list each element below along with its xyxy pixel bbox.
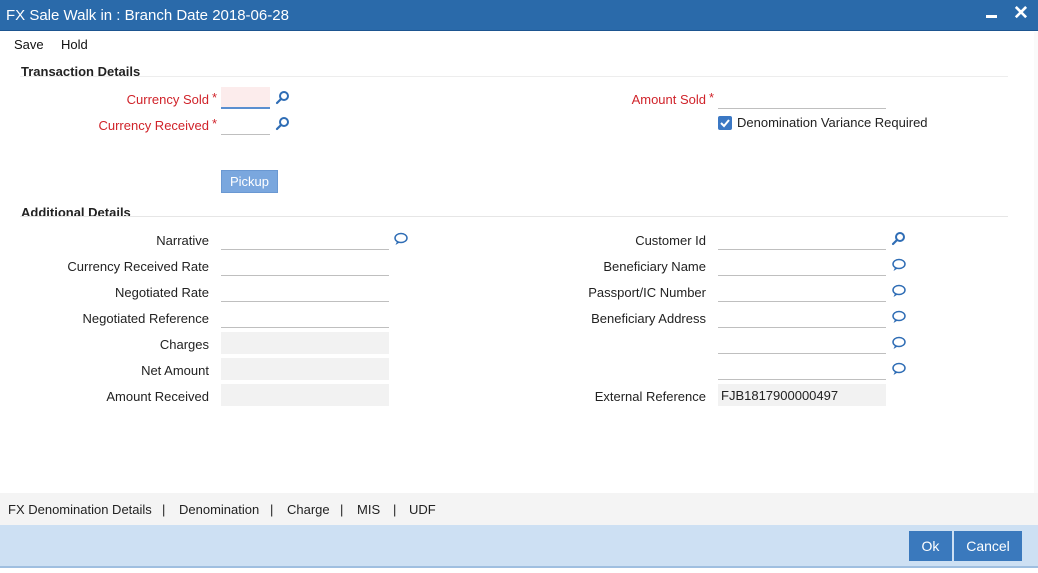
denomination-variance-label: Denomination Variance Required <box>737 115 928 130</box>
currency-received-input[interactable] <box>221 113 270 135</box>
amount-received-label: Amount Received <box>106 389 209 404</box>
customer-id-input[interactable] <box>718 228 886 250</box>
tab-mis[interactable]: MIS <box>357 502 380 517</box>
speech-bubble-icon[interactable] <box>891 283 907 299</box>
window-title: FX Sale Walk in : Branch Date 2018-06-28 <box>6 7 289 24</box>
tab-charge[interactable]: Charge <box>287 502 330 517</box>
search-icon[interactable] <box>891 231 907 247</box>
beneficiary-address-input-3[interactable] <box>718 358 886 380</box>
tab-denomination[interactable]: Denomination <box>179 502 259 517</box>
currency-received-label: Currency Received <box>98 118 209 133</box>
required-marker: * <box>212 116 218 131</box>
speech-bubble-icon[interactable] <box>891 335 907 351</box>
currency-received-rate-input[interactable] <box>221 254 389 276</box>
required-marker: * <box>212 90 218 105</box>
beneficiary-name-label: Beneficiary Name <box>603 259 706 274</box>
section-divider <box>20 76 1008 77</box>
additional-details-heading: Additional Details <box>21 205 131 220</box>
tab-fx-denomination-details[interactable]: FX Denomination Details <box>8 502 152 517</box>
net-amount-label: Net Amount <box>141 363 209 378</box>
section-divider <box>20 216 1008 217</box>
cancel-button[interactable]: Cancel <box>954 531 1022 561</box>
hold-menu-item[interactable]: Hold <box>61 37 88 52</box>
tab-separator: | <box>393 502 397 517</box>
negotiated-rate-input[interactable] <box>221 280 389 302</box>
narrative-input[interactable] <box>221 228 389 250</box>
search-icon[interactable] <box>275 90 291 106</box>
narrative-label: Narrative <box>156 233 209 248</box>
currency-received-rate-label: Currency Received Rate <box>67 259 209 274</box>
external-reference-label: External Reference <box>594 389 706 404</box>
title-bar: FX Sale Walk in : Branch Date 2018-06-28… <box>0 0 1038 31</box>
tab-separator: | <box>162 502 166 517</box>
ok-button[interactable]: Ok <box>909 531 952 561</box>
close-icon[interactable]: ✕ <box>1010 3 1032 25</box>
speech-bubble-icon[interactable] <box>393 231 409 247</box>
customer-id-label: Customer Id <box>635 233 706 248</box>
negotiated-rate-label: Negotiated Rate <box>115 285 209 300</box>
beneficiary-address-input-2[interactable] <box>718 332 886 354</box>
net-amount-input <box>221 358 389 380</box>
amount-sold-input[interactable] <box>718 87 886 109</box>
passport-ic-number-label: Passport/IC Number <box>588 285 706 300</box>
menu-bar: Save Hold <box>0 32 1038 56</box>
subsystem-tab-strip: FX Denomination Details | Denomination |… <box>0 493 1038 525</box>
minimize-icon[interactable] <box>983 3 1003 25</box>
external-reference-input <box>718 384 886 406</box>
currency-sold-input[interactable] <box>221 87 270 109</box>
search-icon[interactable] <box>275 116 291 132</box>
passport-ic-number-input[interactable] <box>718 280 886 302</box>
negotiated-reference-input[interactable] <box>221 306 389 328</box>
negotiated-reference-label: Negotiated Reference <box>82 311 209 326</box>
beneficiary-name-input[interactable] <box>718 254 886 276</box>
pickup-button[interactable]: Pickup <box>221 170 278 193</box>
amount-sold-label: Amount Sold <box>631 92 706 107</box>
required-marker: * <box>709 90 715 105</box>
beneficiary-address-input-1[interactable] <box>718 306 886 328</box>
speech-bubble-icon[interactable] <box>891 309 907 325</box>
speech-bubble-icon[interactable] <box>891 257 907 273</box>
amount-received-input <box>221 384 389 406</box>
tab-separator: | <box>340 502 344 517</box>
currency-sold-label: Currency Sold <box>126 92 209 107</box>
vertical-scrollbar[interactable] <box>1034 32 1038 493</box>
save-menu-item[interactable]: Save <box>14 37 44 52</box>
charges-input <box>221 332 389 354</box>
beneficiary-address-label: Beneficiary Address <box>591 311 706 326</box>
footer-bar: Ok Cancel <box>0 525 1038 568</box>
charges-label: Charges <box>159 337 209 352</box>
speech-bubble-icon[interactable] <box>891 361 907 377</box>
tab-separator: | <box>270 502 274 517</box>
denomination-variance-checkbox[interactable] <box>718 116 732 130</box>
tab-udf[interactable]: UDF <box>409 502 436 517</box>
